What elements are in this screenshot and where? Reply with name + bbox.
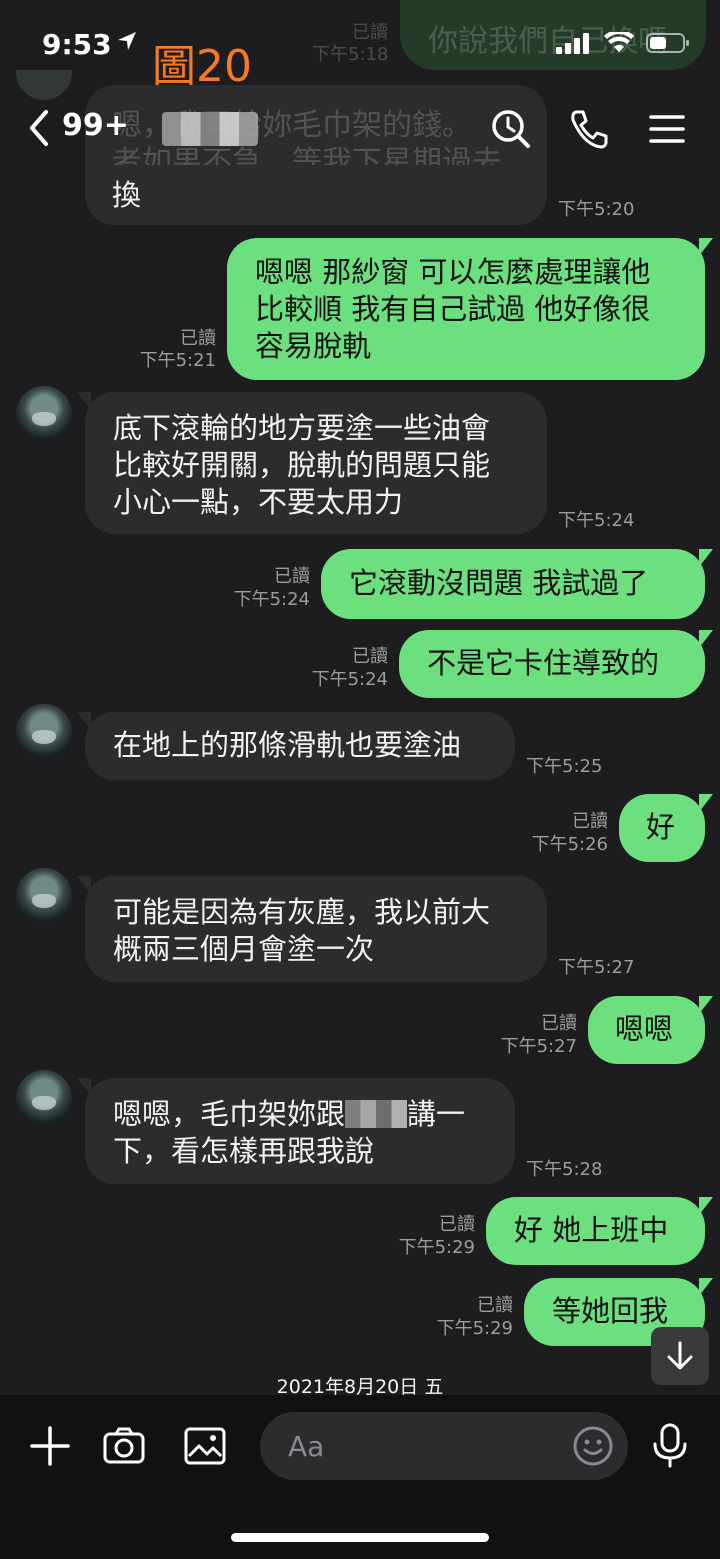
microphone-icon[interactable]: [650, 1422, 690, 1474]
ghost-top-time: 下午5:18: [312, 44, 389, 65]
message-input-placeholder: Aa: [288, 1430, 325, 1463]
search-icon[interactable]: [490, 108, 532, 154]
camera-icon[interactable]: [102, 1424, 146, 1472]
contact-avatar[interactable]: [16, 386, 72, 442]
message-time: 下午5:26: [531, 834, 608, 855]
outgoing-bubble: 它滾動沒問題 我試過了: [321, 549, 713, 619]
location-arrow-icon: [116, 30, 138, 56]
incoming-bubble: 底下滾輪的地方要塗一些油會 比較好開關，脫軌的問題只能 小心一點，不要太用力: [77, 392, 547, 534]
message-text: 好 她上班中: [514, 1213, 669, 1247]
read-status: 已讀: [180, 328, 216, 349]
emoji-icon[interactable]: [572, 1425, 614, 1471]
message-text: 等她回我: [552, 1294, 669, 1328]
message-text: 可能是因為有灰塵，我以前大 概兩三個月會塗一次: [113, 895, 491, 966]
message-time: 下午5:28: [526, 1159, 603, 1180]
message-time: 下午5:27: [558, 957, 635, 978]
wifi-icon: [604, 29, 634, 58]
scroll-to-bottom-button[interactable]: [651, 1327, 709, 1385]
home-indicator: [231, 1533, 489, 1542]
message-text-part: 講一: [407, 1097, 466, 1131]
read-status: 已讀: [439, 1214, 475, 1235]
message-text: 嗯嗯: [615, 1012, 674, 1046]
read-status: 已讀: [477, 1295, 513, 1316]
incoming-bubble: 嗯嗯，毛巾架妳跟 講一 下，看怎樣再跟我說: [77, 1078, 515, 1184]
read-status: 已讀: [541, 1013, 577, 1034]
status-time: 9:53: [42, 28, 112, 61]
message-time: 下午5:24: [558, 510, 635, 531]
message-time: 下午5:21: [139, 350, 216, 371]
outgoing-bubble: 不是它卡住導致的: [399, 630, 713, 698]
read-status: 已讀: [352, 646, 388, 667]
message-time: 下午5:24: [311, 669, 388, 690]
outgoing-bubble: 好 她上班中: [486, 1197, 713, 1265]
back-icon[interactable]: [26, 108, 52, 152]
message-text-part: 嗯嗯，毛巾架妳跟: [113, 1097, 346, 1131]
message-time: 下午5:29: [398, 1237, 475, 1258]
message-text: 它滾動沒問題 我試過了: [349, 566, 649, 600]
status-icons: [556, 29, 690, 58]
image-icon[interactable]: [183, 1424, 227, 1472]
ghost-avatar: [16, 70, 72, 100]
message-text-part: 下，看怎樣再跟我說: [113, 1134, 375, 1168]
outgoing-bubble: 嗯嗯 那紗窗 可以怎麼處理讓他 比較順 我有自己試過 他好像很 容易脫軌: [227, 238, 713, 380]
message-text: 不是它卡住導致的: [427, 646, 660, 680]
add-icon[interactable]: [28, 1424, 72, 1472]
message-text: 在地上的那條滑軌也要塗油: [113, 728, 462, 762]
message-time: 下午5:29: [436, 1318, 513, 1339]
menu-icon[interactable]: [648, 108, 686, 154]
message-time: 下午5:25: [526, 756, 603, 777]
message-time: 下午5:27: [500, 1036, 577, 1057]
message-time: 下午5:20: [558, 199, 635, 220]
blurred-name: [345, 1100, 408, 1128]
signal-icon: [556, 32, 592, 58]
message-text: 好: [646, 810, 676, 844]
overlay-label: 圖20: [152, 41, 252, 92]
read-status: 已讀: [274, 566, 310, 587]
contact-avatar[interactable]: [16, 704, 72, 760]
contact-avatar[interactable]: [16, 868, 72, 924]
battery-icon: [646, 32, 690, 58]
message-text: 嗯嗯 那紗窗 可以怎麼處理讓他 比較順 我有自己試過 他好像很 容易脫軌: [255, 255, 651, 363]
incoming-bubble: [85, 165, 547, 225]
message-text: 換: [112, 178, 142, 212]
outgoing-bubble: 嗯嗯: [588, 996, 713, 1064]
unread-count[interactable]: 99+: [62, 108, 129, 143]
outgoing-bubble: 好: [619, 794, 713, 862]
read-status: 已讀: [572, 811, 608, 832]
incoming-bubble: 可能是因為有灰塵，我以前大 概兩三個月會塗一次: [77, 876, 547, 982]
call-icon[interactable]: [568, 108, 610, 154]
incoming-bubble: 在地上的那條滑軌也要塗油: [77, 712, 515, 780]
contact-name-blurred: [162, 112, 258, 146]
message-time: 下午5:24: [233, 589, 310, 610]
message-text: 底下滾輪的地方要塗一些油會 比較好開關，脫軌的問題只能 小心一點，不要太用力: [113, 411, 491, 519]
contact-avatar[interactable]: [16, 1070, 72, 1126]
